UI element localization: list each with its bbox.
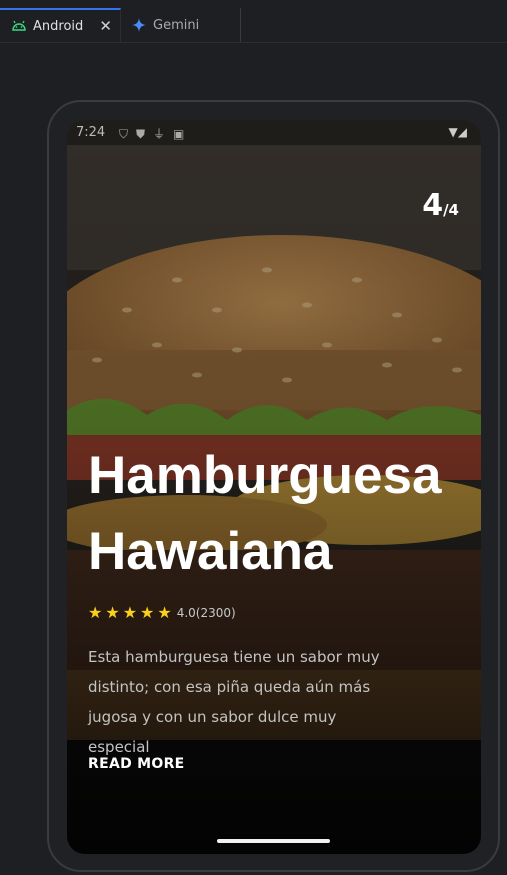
tab-gemini[interactable]: Gemini: [121, 8, 241, 42]
tab-android[interactable]: Android ✕: [0, 8, 121, 42]
star-icon: ★: [157, 603, 172, 622]
product-rating: ★ ★ ★ ★ ★ 4.0(2300): [88, 603, 236, 622]
tab-gemini-label: Gemini: [153, 17, 200, 33]
close-icon[interactable]: ✕: [99, 17, 112, 35]
sim-icon: ▣: [173, 127, 193, 141]
gemini-sparkle-icon: [132, 18, 146, 32]
editor-tab-bar: Android ✕ Gemini: [0, 0, 507, 43]
page-counter-total: /4: [443, 201, 459, 219]
read-more-button[interactable]: READ MORE: [88, 756, 185, 772]
page-counter-current: 4: [422, 188, 444, 223]
status-bar: 7:24 ⛉⛊⏚▣ ▼◢: [67, 120, 481, 145]
product-title-line2: Hawaiana: [88, 522, 333, 581]
rating-text: 4.0(2300): [176, 605, 236, 620]
star-icon: ★: [88, 603, 103, 622]
android-icon: [12, 20, 26, 31]
star-icon: ★: [140, 603, 155, 622]
tab-android-label: Android: [33, 18, 84, 34]
product-title-line1: Hamburguesa: [88, 446, 442, 505]
status-right-icons: ▼◢: [449, 125, 467, 139]
shield-badge-icon: ⛊: [136, 127, 154, 141]
page-counter: 4/4: [422, 188, 459, 223]
status-notification-icons: ⛉⛊⏚▣: [119, 125, 192, 142]
star-icon: ★: [122, 603, 138, 622]
signal-icon: ◢: [457, 125, 467, 139]
wifi-icon: ▼: [448, 125, 458, 139]
status-time: 7:24: [76, 125, 106, 140]
product-description: Esta hamburguesa tiene un sabor muy dist…: [88, 648, 380, 756]
gesture-nav-bar[interactable]: [217, 839, 330, 843]
product-title: Hamburguesa Hawaiana: [88, 438, 468, 590]
shield-icon: ⛉: [119, 127, 137, 141]
star-icon: ★: [105, 603, 120, 622]
usb-icon: ⏚: [153, 127, 174, 141]
device-screen: 7:24 ⛉⛊⏚▣ ▼◢ 4/4 Hamburguesa Hawaiana ★ …: [67, 120, 481, 854]
